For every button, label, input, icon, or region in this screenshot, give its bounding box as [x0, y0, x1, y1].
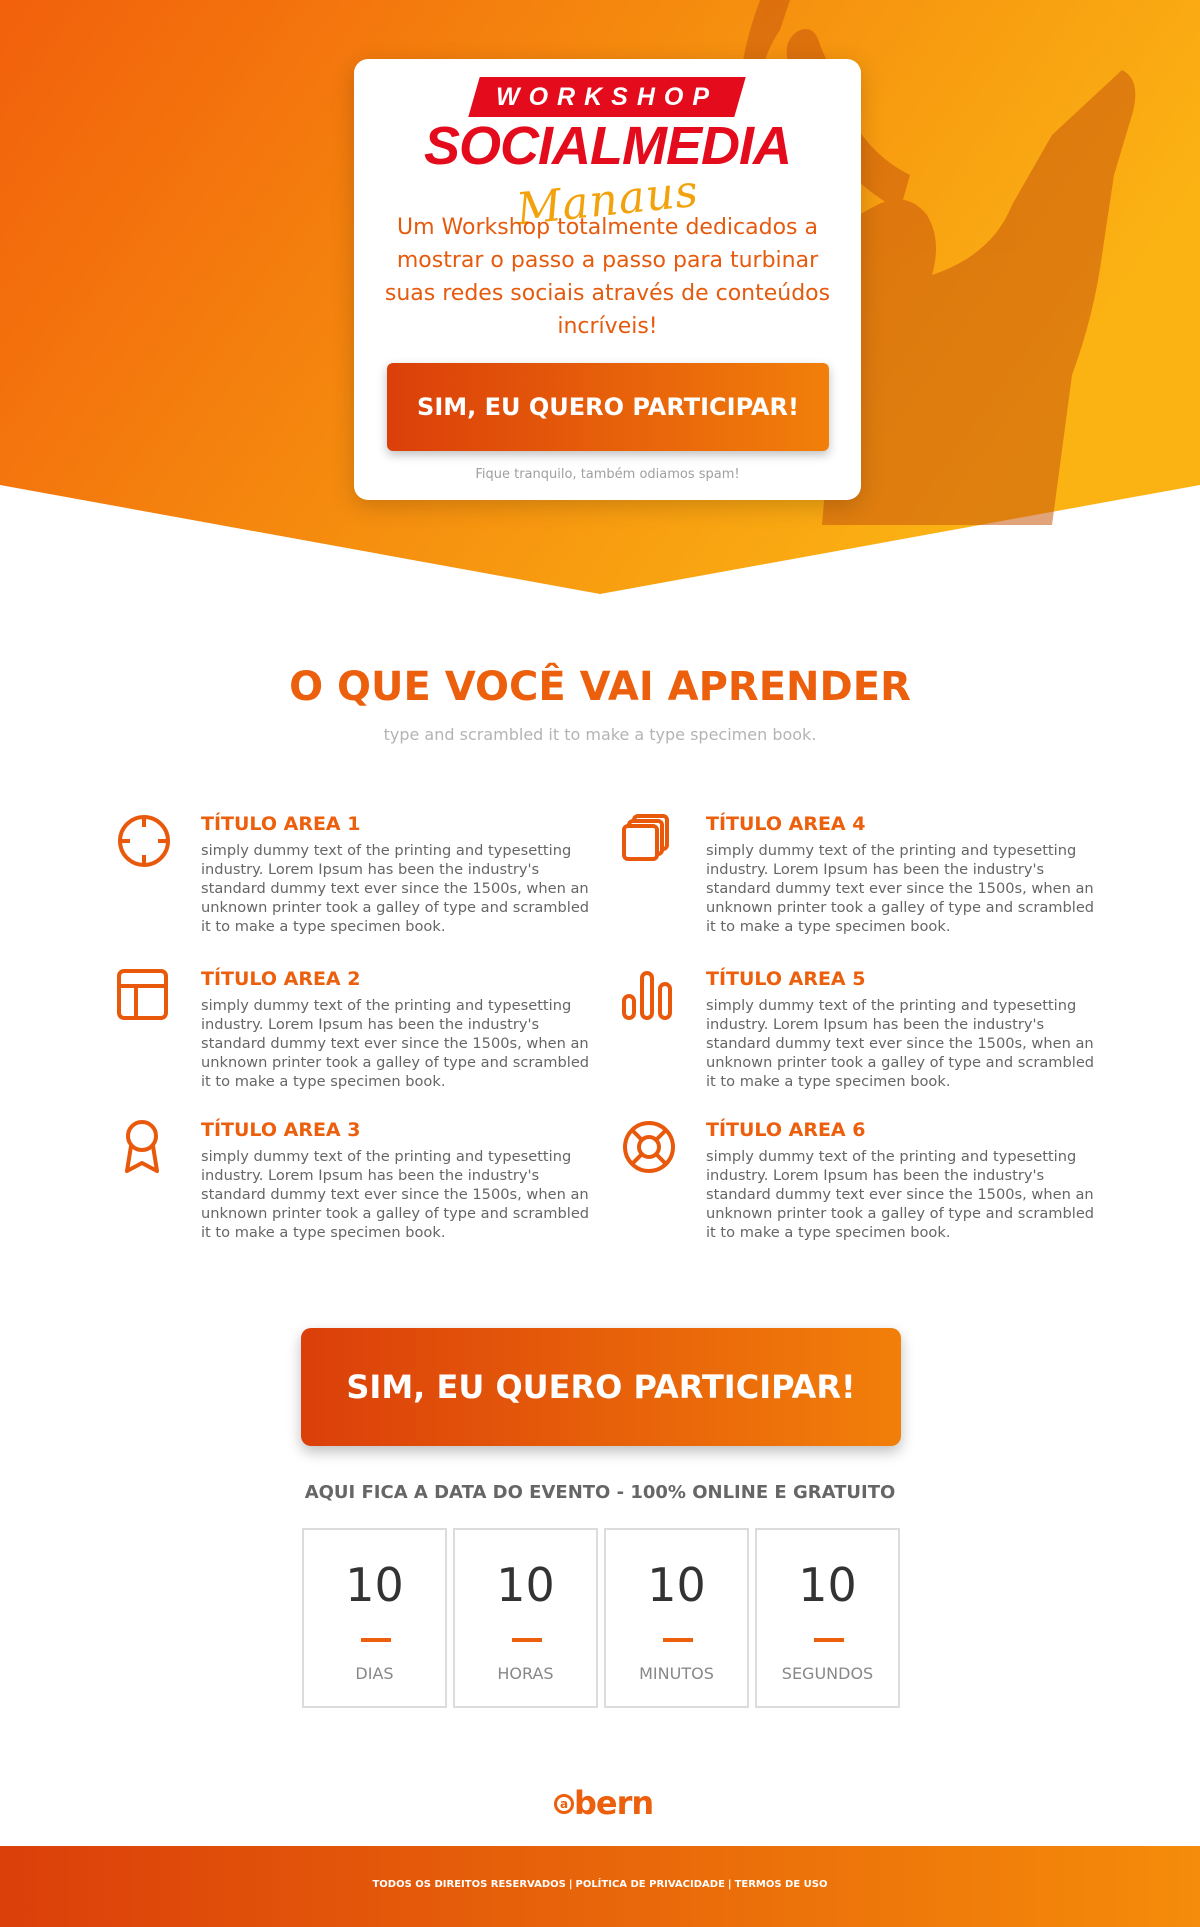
- participate-button[interactable]: SIM, EU QUERO PARTICIPAR!: [387, 363, 829, 451]
- countdown-minutes: 10 MINUTOS: [604, 1528, 749, 1708]
- layers-icon: [622, 814, 669, 861]
- feature-title: TÍTULO AREA 4: [706, 813, 866, 835]
- crosshair-icon: [118, 815, 170, 867]
- countdown-label: DIAS: [355, 1664, 394, 1683]
- feature-item-4: TÍTULO AREA 4 simply dummy text of the p…: [621, 813, 1094, 953]
- hero-section: WORKSHOP SOCIALMEDIA Manaus Um Workshop …: [0, 0, 1200, 600]
- award-icon: [125, 1120, 159, 1173]
- participate-button-large[interactable]: SIM, EU QUERO PARTICIPAR!: [301, 1328, 901, 1446]
- countdown-seconds: 10 SEGUNDOS: [755, 1528, 900, 1708]
- feature-item-1: TÍTULO AREA 1 simply dummy text of the p…: [116, 813, 589, 953]
- feature-item-6: TÍTULO AREA 6 simply dummy text of the p…: [621, 1119, 1094, 1259]
- feature-text: simply dummy text of the printing and ty…: [706, 1148, 1095, 1241]
- brand-logo[interactable]: a bern: [554, 1784, 664, 1826]
- feature-item-2: TÍTULO AREA 2 simply dummy text of the p…: [116, 968, 589, 1108]
- logo-banner-text: WORKSHOP: [496, 83, 718, 111]
- brand-at-symbol: a: [554, 1794, 574, 1814]
- feature-text: simply dummy text of the printing and ty…: [201, 997, 590, 1090]
- footer-link-terms[interactable]: TERMOS DE USO: [735, 1879, 828, 1890]
- countdown-days: 10 DIAS: [302, 1528, 447, 1708]
- feature-title: TÍTULO AREA 1: [201, 813, 361, 835]
- feature-text: simply dummy text of the printing and ty…: [201, 842, 590, 935]
- countdown-hours: 10 HORAS: [453, 1528, 598, 1708]
- feature-item-3: TÍTULO AREA 3 simply dummy text of the p…: [116, 1119, 589, 1259]
- feature-item-5: TÍTULO AREA 5 simply dummy text of the p…: [621, 968, 1094, 1108]
- feature-text: simply dummy text of the printing and ty…: [706, 997, 1095, 1090]
- countdown-label: SEGUNDOS: [781, 1664, 874, 1683]
- brand-name: bern: [574, 1784, 654, 1822]
- spam-note: Fique tranquilo, também odiamos spam!: [475, 467, 740, 482]
- footer: TODOS OS DIREITOS RESERVADOS | POLÍTICA DE…: [0, 1846, 1200, 1927]
- feature-text: simply dummy text of the printing and ty…: [706, 842, 1095, 935]
- event-info: AQUI FICA A DATA DO EVENTO - 100% ONLINE…: [304, 1482, 896, 1503]
- section-title: O QUE VOCÊ VAI APRENDER: [289, 664, 911, 710]
- feature-title: TÍTULO AREA 3: [201, 1119, 361, 1141]
- countdown-divider: [361, 1638, 391, 1642]
- countdown-value: 10: [647, 1558, 706, 1612]
- hero-description: Um Workshop totalmente dedicados a mostr…: [384, 215, 831, 339]
- countdown-divider: [814, 1638, 844, 1642]
- signup-card: WORKSHOP SOCIALMEDIA Manaus Um Workshop …: [354, 59, 861, 500]
- countdown-value: 10: [345, 1558, 404, 1612]
- layout-icon: [117, 969, 168, 1020]
- feature-title: TÍTULO AREA 5: [706, 968, 866, 990]
- countdown-label: HORAS: [497, 1664, 554, 1683]
- footer-link-privacy[interactable]: POLÍTICA DE PRIVACIDADE: [575, 1879, 724, 1890]
- countdown-value: 10: [496, 1558, 555, 1612]
- feature-title: TÍTULO AREA 6: [706, 1119, 866, 1141]
- footer-links: TODOS OS DIREITOS RESERVADOS | POLÍTICA DE…: [0, 1879, 1200, 1890]
- feature-title: TÍTULO AREA 2: [201, 968, 361, 990]
- countdown-value: 10: [798, 1558, 857, 1612]
- countdown-divider: [512, 1638, 542, 1642]
- feature-text: simply dummy text of the printing and ty…: [201, 1148, 590, 1241]
- bar-chart-icon: [622, 971, 672, 1020]
- section-subtitle: type and scrambled it to make a type spe…: [383, 725, 817, 744]
- countdown-divider: [663, 1638, 693, 1642]
- countdown-label: MINUTOS: [639, 1664, 714, 1683]
- footer-link-rights[interactable]: TODOS OS DIREITOS RESERVADOS: [372, 1879, 565, 1890]
- footer-separator: |: [727, 1879, 732, 1890]
- countdown-timer: 10 DIAS 10 HORAS 10 MINUTOS 10 SEGUNDOS: [302, 1528, 902, 1708]
- life-buoy-icon: [623, 1121, 675, 1173]
